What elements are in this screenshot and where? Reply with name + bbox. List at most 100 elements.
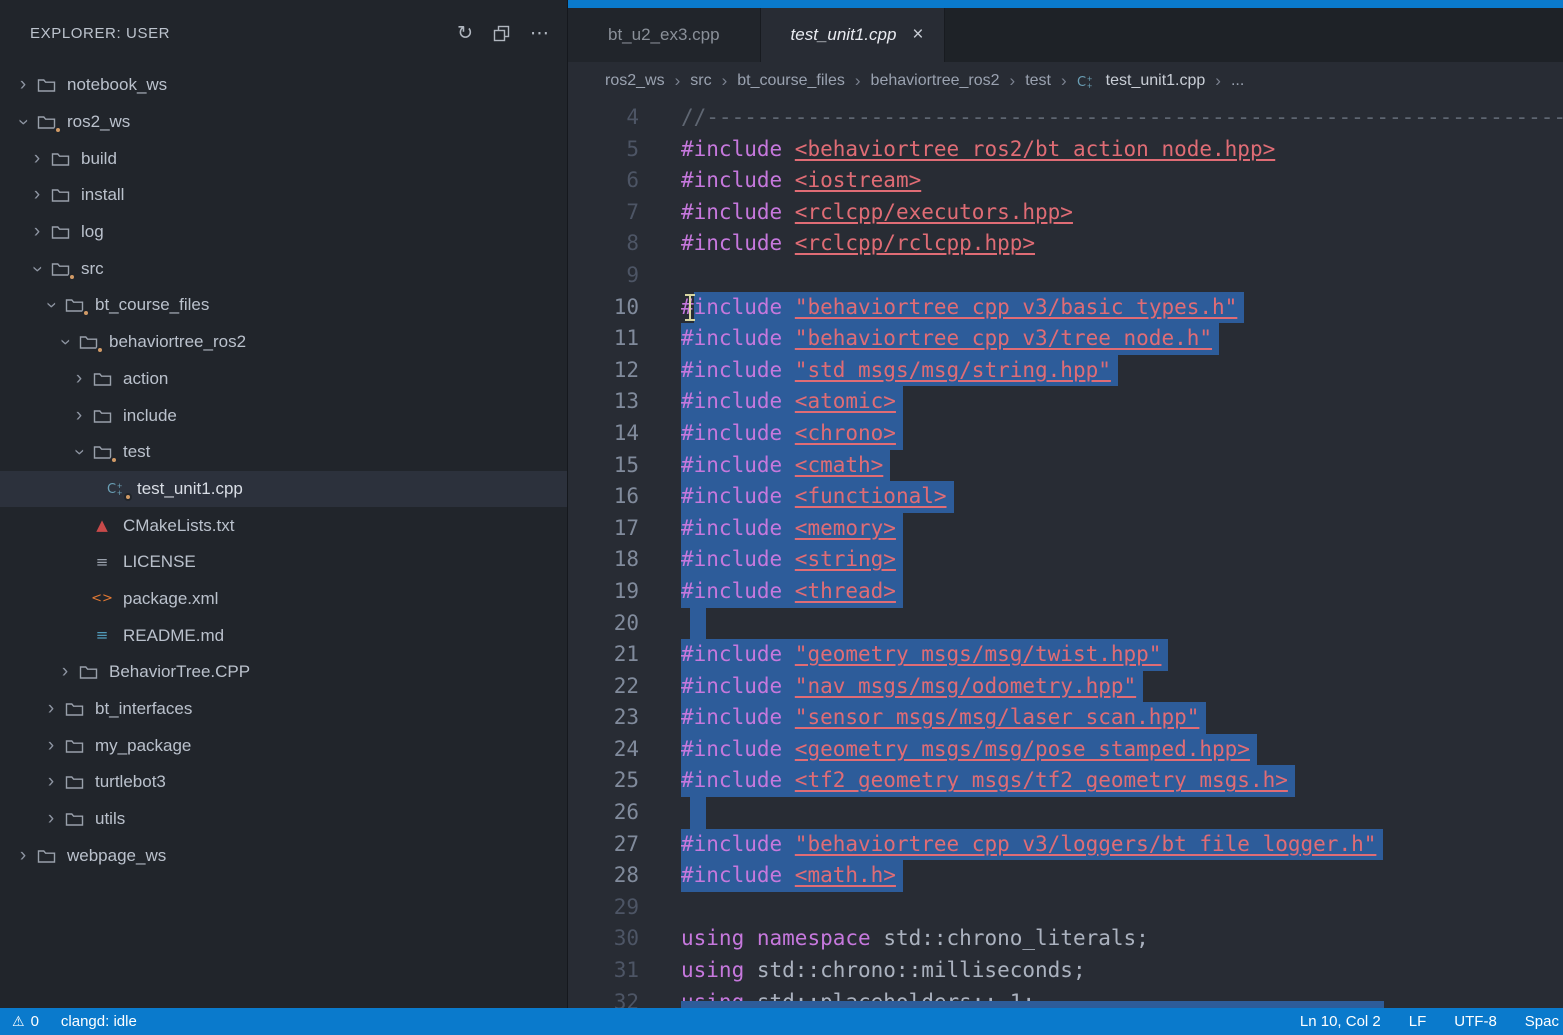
breadcrumb-item-bt_course_files[interactable]: bt_course_files xyxy=(737,72,845,90)
line-number[interactable]: 32 xyxy=(568,987,639,1008)
line-number[interactable]: 8 xyxy=(568,228,639,260)
tree-item-bt_course_files[interactable]: ›bt_course_files xyxy=(0,287,567,324)
tree-item-install[interactable]: ›install xyxy=(0,177,567,214)
refresh-icon[interactable]: ↻ xyxy=(457,22,473,45)
tree-item-turtlebot3[interactable]: ›turtlebot3 xyxy=(0,764,567,801)
code-line-26[interactable]: 26 xyxy=(568,797,1563,829)
tree-item-src[interactable]: ›src xyxy=(0,250,567,287)
code-line-4[interactable]: 4//-------------------------------------… xyxy=(568,102,1563,134)
code-line-18[interactable]: 18#include <string> xyxy=(568,544,1563,576)
problems-indicator[interactable]: ⚠ 0 xyxy=(12,1013,39,1030)
line-number[interactable]: 6 xyxy=(568,165,639,197)
code-line-19[interactable]: 19#include <thread> xyxy=(568,576,1563,608)
code-line-28[interactable]: 28#include <math.h> xyxy=(568,860,1563,892)
code-line-12[interactable]: 12#include "std_msgs/msg/string.hpp" xyxy=(568,355,1563,387)
line-number[interactable]: 31 xyxy=(568,955,639,987)
more-actions-icon[interactable]: ⋯ xyxy=(530,22,549,45)
eol-indicator[interactable]: LF xyxy=(1409,1013,1427,1030)
breadcrumb-more[interactable]: ... xyxy=(1231,72,1244,90)
code-line-14[interactable]: 14#include <chrono> xyxy=(568,418,1563,450)
code-line-30[interactable]: 30using namespace std::chrono_literals; xyxy=(568,923,1563,955)
code-line-24[interactable]: 24#include <geometry_msgs/msg/pose_stamp… xyxy=(568,734,1563,766)
tree-item-ros2_ws[interactable]: ›ros2_ws xyxy=(0,104,567,141)
indentation-indicator[interactable]: Spac xyxy=(1525,1013,1559,1030)
code-line-21[interactable]: 21#include "geometry_msgs/msg/twist.hpp" xyxy=(568,639,1563,671)
line-number[interactable]: 19 xyxy=(568,576,639,608)
tree-item-test[interactable]: ›test xyxy=(0,434,567,471)
breadcrumb-item-test_unit1.cpp[interactable]: test_unit1.cpp xyxy=(1106,72,1206,90)
code-line-5[interactable]: 5#include <behaviortree_ros2/bt_action_n… xyxy=(568,134,1563,166)
code-line-6[interactable]: 6#include <iostream> xyxy=(568,165,1563,197)
tree-item-BehaviorTree.CPP[interactable]: ›BehaviorTree.CPP xyxy=(0,654,567,691)
tree-item-bt_interfaces[interactable]: ›bt_interfaces xyxy=(0,691,567,728)
tree-item-test_unit1.cpp[interactable]: ›C++test_unit1.cpp xyxy=(0,471,567,508)
code-line-9[interactable]: 9 xyxy=(568,260,1563,292)
code-editor[interactable]: 4//-------------------------------------… xyxy=(568,100,1563,1008)
line-number[interactable]: 12 xyxy=(568,355,639,387)
code-line-22[interactable]: 22#include "nav_msgs/msg/odometry.hpp" xyxy=(568,671,1563,703)
code-line-20[interactable]: 20 xyxy=(568,608,1563,640)
line-number[interactable]: 17 xyxy=(568,513,639,545)
tree-item-my_package[interactable]: ›my_package xyxy=(0,727,567,764)
line-number[interactable]: 27 xyxy=(568,829,639,861)
clangd-status[interactable]: clangd: idle xyxy=(61,1013,137,1030)
line-number[interactable]: 21 xyxy=(568,639,639,671)
cursor-position[interactable]: Ln 10, Col 2 xyxy=(1300,1013,1381,1030)
line-number[interactable]: 22 xyxy=(568,671,639,703)
line-number[interactable]: 4 xyxy=(568,102,639,134)
tree-item-notebook_ws[interactable]: ›notebook_ws xyxy=(0,67,567,104)
tab-bt_u2_ex3.cpp[interactable]: bt_u2_ex3.cpp xyxy=(568,8,761,62)
line-number[interactable]: 9 xyxy=(568,260,639,292)
code-line-27[interactable]: 27#include "behaviortree_cpp_v3/loggers/… xyxy=(568,829,1563,861)
line-number[interactable]: 16 xyxy=(568,481,639,513)
tree-item-build[interactable]: ›build xyxy=(0,140,567,177)
line-number[interactable]: 20 xyxy=(568,608,639,640)
encoding-indicator[interactable]: UTF-8 xyxy=(1454,1013,1497,1030)
tab-test_unit1.cpp[interactable]: test_unit1.cpp× xyxy=(761,8,945,62)
code-line-23[interactable]: 23#include "sensor_msgs/msg/laser_scan.h… xyxy=(568,702,1563,734)
code-line-17[interactable]: 17#include <memory> xyxy=(568,513,1563,545)
line-number[interactable]: 25 xyxy=(568,765,639,797)
line-number[interactable]: 13 xyxy=(568,386,639,418)
line-number[interactable]: 5 xyxy=(568,134,639,166)
line-number[interactable]: 26 xyxy=(568,797,639,829)
code-line-25[interactable]: 25#include <tf2_geometry_msgs/tf2_geomet… xyxy=(568,765,1563,797)
breadcrumb-item-behaviortree_ros2[interactable]: behaviortree_ros2 xyxy=(871,72,1000,90)
line-number[interactable]: 28 xyxy=(568,860,639,892)
tree-item-log[interactable]: ›log xyxy=(0,214,567,251)
code-line-7[interactable]: 7#include <rclcpp/executors.hpp> xyxy=(568,197,1563,229)
collapse-folders-icon[interactable] xyxy=(493,25,510,42)
code-line-15[interactable]: 15#include <cmath> xyxy=(568,450,1563,482)
tree-item-package.xml[interactable]: ›<>package.xml xyxy=(0,581,567,618)
line-number[interactable]: 10 xyxy=(568,292,639,324)
line-number[interactable]: 18 xyxy=(568,544,639,576)
line-number[interactable]: 7 xyxy=(568,197,639,229)
line-number[interactable]: 23 xyxy=(568,702,639,734)
code-line-31[interactable]: 31using std::chrono::milliseconds; xyxy=(568,955,1563,987)
code-line-13[interactable]: 13#include <atomic> xyxy=(568,386,1563,418)
tree-item-include[interactable]: ›include xyxy=(0,397,567,434)
tree-item-action[interactable]: ›action xyxy=(0,361,567,398)
line-number[interactable]: 29 xyxy=(568,892,639,924)
line-text: #include <rclcpp/rclcpp.hpp> xyxy=(639,228,1563,260)
code-line-8[interactable]: 8#include <rclcpp/rclcpp.hpp> xyxy=(568,228,1563,260)
breadcrumb-item-ros2_ws[interactable]: ros2_ws xyxy=(605,72,665,90)
tree-item-webpage_ws[interactable]: ›webpage_ws xyxy=(0,837,567,874)
breadcrumb-item-src[interactable]: src xyxy=(690,72,711,90)
tree-item-behaviortree_ros2[interactable]: ›behaviortree_ros2 xyxy=(0,324,567,361)
code-line-11[interactable]: 11#include "behaviortree_cpp_v3/tree_nod… xyxy=(568,323,1563,355)
code-line-29[interactable]: 29 xyxy=(568,892,1563,924)
code-line-10[interactable]: 10#include "behaviortree_cpp_v3/basic_ty… xyxy=(568,292,1563,324)
close-icon[interactable]: × xyxy=(912,24,923,46)
line-number[interactable]: 15 xyxy=(568,450,639,482)
line-number[interactable]: 30 xyxy=(568,923,639,955)
tree-item-CMakeLists.txt[interactable]: ›▲CMakeLists.txt xyxy=(0,507,567,544)
line-number[interactable]: 11 xyxy=(568,323,639,355)
tree-item-README.md[interactable]: ›≡README.md xyxy=(0,617,567,654)
tree-item-LICENSE[interactable]: ›≡LICENSE xyxy=(0,544,567,581)
line-number[interactable]: 14 xyxy=(568,418,639,450)
tree-item-utils[interactable]: ›utils xyxy=(0,801,567,838)
line-number[interactable]: 24 xyxy=(568,734,639,766)
code-line-16[interactable]: 16#include <functional> xyxy=(568,481,1563,513)
breadcrumb-item-test[interactable]: test xyxy=(1025,72,1051,90)
